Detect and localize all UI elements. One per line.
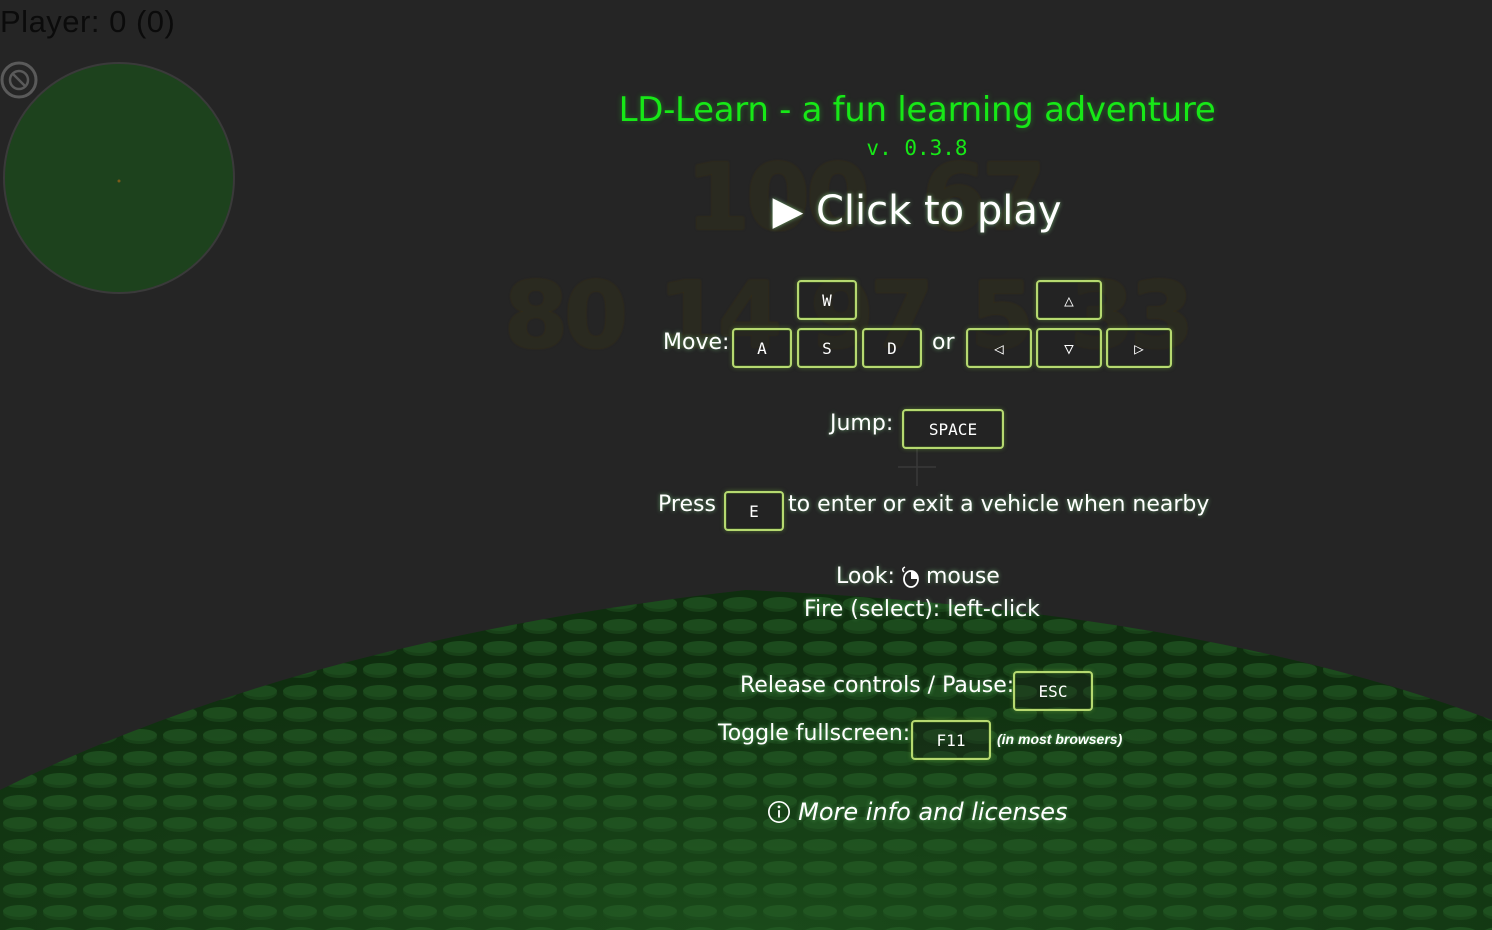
look-label: Look: — [836, 564, 895, 589]
vehicle-text: to enter or exit a vehicle when nearby — [788, 492, 1210, 517]
jump-label: Jump: — [830, 411, 894, 436]
game-title: LD-Learn - a fun learning adventure — [618, 90, 1216, 130]
more-info-link[interactable]: More info and licenses — [600, 798, 1234, 826]
mouse-icon — [901, 566, 919, 588]
radar-minimap — [3, 62, 235, 294]
key-w: W — [797, 280, 857, 320]
more-info-label[interactable]: More info and licenses — [798, 798, 1067, 826]
look-value: mouse — [926, 564, 1000, 589]
or-label: or — [932, 330, 955, 355]
key-f11: F11 — [911, 720, 991, 760]
key-esc: ESC — [1013, 671, 1093, 711]
key-s: S — [797, 328, 857, 368]
arrow-down-icon: ▽ — [1036, 328, 1102, 368]
key-d: D — [862, 328, 922, 368]
arrow-left-icon: ◁ — [966, 328, 1032, 368]
fullscreen-label: Toggle fullscreen: — [718, 721, 911, 746]
fire-text: Fire (select): left-click — [804, 597, 1040, 622]
arrow-up-icon: △ — [1036, 280, 1102, 320]
move-label: Move: — [663, 330, 730, 355]
start-menu: LD-Learn - a fun learning adventure v. 0… — [600, 0, 1234, 930]
key-space: SPACE — [902, 409, 1004, 449]
info-icon — [767, 801, 790, 823]
key-a: A — [732, 328, 792, 368]
arrow-right-icon: ▷ — [1106, 328, 1172, 368]
release-label: Release controls / Pause: — [740, 673, 1015, 698]
player-score: Player: 0 (0) — [0, 4, 176, 39]
play-button[interactable]: ▶ Click to play — [600, 188, 1234, 234]
key-e: E — [724, 491, 784, 531]
version-label: v. 0.3.8 — [866, 136, 968, 160]
fullscreen-note: (in most browsers) — [997, 731, 1123, 747]
press-label: Press — [658, 492, 716, 517]
